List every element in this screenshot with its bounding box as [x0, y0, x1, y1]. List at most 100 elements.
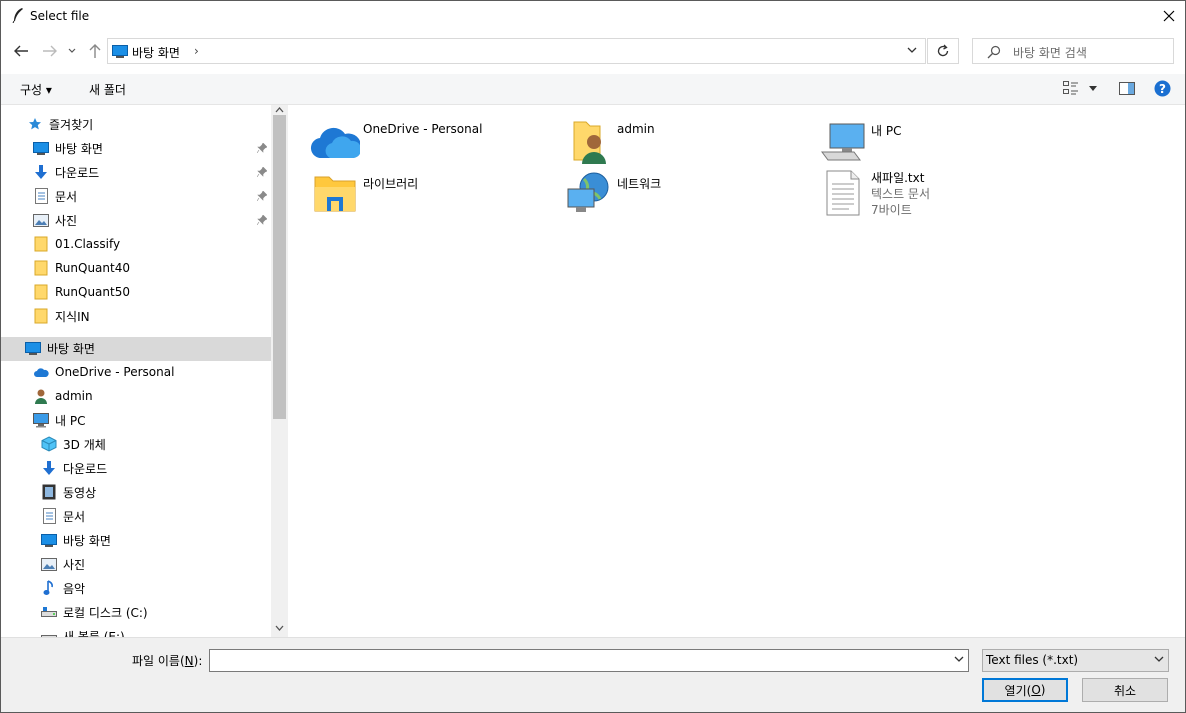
- tile-new-file-txt[interactable]: 새파일.txt 텍스트 문서 7바이트: [817, 167, 1057, 219]
- pin-icon[interactable]: [257, 215, 267, 225]
- filetype-value[interactable]: Text files (*.txt): [986, 653, 1078, 667]
- tile-name: 라이브러리: [363, 177, 419, 191]
- scrollbar-thumb[interactable]: [273, 115, 286, 419]
- tile-name: 내 PC: [871, 124, 902, 138]
- tile-name: 네트워크: [617, 177, 662, 191]
- nav-qa-folder-jisikin[interactable]: 지식IN: [33, 305, 90, 327]
- filename-label-suffix: ):: [193, 654, 203, 668]
- nav-quick-access[interactable]: 즐겨찾기: [27, 113, 93, 135]
- open-label-suffix: ): [1040, 683, 1046, 697]
- nav-pc-desktop[interactable]: 바탕 화면: [41, 529, 111, 551]
- recent-locations-button[interactable]: [65, 41, 79, 61]
- desktop-icon: [33, 140, 49, 156]
- picture-icon: [33, 212, 49, 228]
- tile-network[interactable]: 네트워크: [563, 167, 803, 219]
- up-button[interactable]: [85, 41, 105, 61]
- refresh-button[interactable]: [927, 38, 959, 64]
- pin-icon[interactable]: [257, 167, 267, 177]
- back-button[interactable]: [11, 41, 31, 61]
- address-path[interactable]: 바탕 화면: [132, 44, 180, 61]
- filename-field[interactable]: [209, 649, 969, 672]
- command-bar: 구성 ▾ 새 폴더 ?: [1, 74, 1185, 105]
- cancel-button[interactable]: 취소: [1082, 678, 1168, 702]
- user-folder-icon: [563, 117, 615, 169]
- tile-libraries[interactable]: 라이브러리: [309, 167, 549, 219]
- nav-label: 01.Classify: [55, 237, 121, 251]
- search-placeholder[interactable]: 바탕 화면 검색: [1013, 44, 1087, 61]
- nav-qa-desktop[interactable]: 바탕 화면: [33, 137, 103, 159]
- forward-button[interactable]: [40, 41, 60, 61]
- nav-label: 사진: [63, 557, 86, 572]
- nav-pc-3d-objects[interactable]: 3D 개체: [41, 433, 106, 455]
- nav-pc-volume-e[interactable]: 새 볼륨 (E:): [41, 625, 125, 637]
- nav-onedrive[interactable]: OneDrive - Personal: [33, 361, 174, 383]
- nav-label: 새 볼륨 (E:): [63, 629, 125, 638]
- computer-icon: [817, 117, 869, 169]
- nav-qa-documents[interactable]: 문서: [33, 185, 77, 207]
- nav-pc-pictures[interactable]: 사진: [41, 553, 85, 575]
- desktop-icon: [25, 340, 41, 356]
- nav-label: 지식IN: [55, 309, 90, 324]
- nav-label: OneDrive - Personal: [55, 365, 175, 379]
- address-bar[interactable]: 바탕 화면 ›: [107, 38, 926, 64]
- nav-qa-folder-classify[interactable]: 01.Classify: [33, 233, 120, 255]
- help-icon: ?: [1154, 80, 1171, 97]
- view-options-button[interactable]: [1063, 81, 1079, 98]
- nav-pc-downloads[interactable]: 다운로드: [41, 457, 107, 479]
- breadcrumb-separator[interactable]: ›: [194, 44, 199, 58]
- nav-label: RunQuant40: [55, 261, 130, 275]
- svg-text:?: ?: [1159, 82, 1166, 96]
- nav-qa-pictures[interactable]: 사진: [33, 209, 77, 231]
- drive-icon: [41, 604, 57, 620]
- preview-pane-icon: [1119, 82, 1135, 95]
- nav-label: 문서: [55, 189, 78, 204]
- nav-pc-local-disk-c[interactable]: 로컬 디스크 (C:): [41, 601, 148, 623]
- nav-desktop[interactable]: 바탕 화면: [25, 337, 95, 359]
- nav-qa-folder-runquant40[interactable]: RunQuant40: [33, 257, 130, 279]
- folder-icon: [33, 236, 49, 252]
- open-label-key: O: [1031, 683, 1041, 697]
- film-icon: [41, 484, 57, 500]
- chevron-down-icon: [68, 48, 76, 53]
- help-button[interactable]: ?: [1154, 80, 1171, 100]
- chevron-down-icon[interactable]: [1089, 86, 1097, 92]
- file-dialog: Select file 바탕 화면 › 바탕 화면 검색 구성 ▾ 새 폴더 ?…: [0, 0, 1186, 713]
- chevron-down-icon[interactable]: [954, 655, 964, 663]
- nav-pc-documents[interactable]: 문서: [41, 505, 85, 527]
- nav-pc-videos[interactable]: 동영상: [41, 481, 96, 503]
- nav-label: 즐겨찾기: [49, 117, 94, 132]
- folder-icon: [33, 308, 49, 324]
- nav-label: 다운로드: [63, 461, 108, 476]
- pin-icon[interactable]: [257, 191, 267, 201]
- tile-onedrive[interactable]: OneDrive - Personal: [309, 117, 549, 169]
- tile-admin[interactable]: admin: [563, 117, 803, 169]
- preview-pane-button[interactable]: [1119, 82, 1135, 98]
- nav-scrollbar[interactable]: [271, 105, 288, 637]
- tile-this-pc[interactable]: 내 PC: [817, 117, 1057, 169]
- pin-icon[interactable]: [257, 143, 267, 153]
- nav-admin[interactable]: admin: [33, 385, 93, 407]
- organize-button[interactable]: 구성 ▾: [20, 81, 52, 98]
- open-button[interactable]: 열기(O): [982, 678, 1068, 702]
- chevron-down-icon[interactable]: [907, 46, 917, 54]
- search-box[interactable]: 바탕 화면 검색: [972, 38, 1174, 64]
- nav-this-pc[interactable]: 내 PC: [33, 409, 85, 431]
- view-list-icon: [1063, 81, 1078, 95]
- close-button[interactable]: [1153, 1, 1185, 31]
- nav-label: RunQuant50: [55, 285, 130, 299]
- scroll-up-icon[interactable]: [275, 107, 284, 113]
- filename-label: 파일 이름(N):: [132, 652, 202, 669]
- nav-pc-music[interactable]: 음악: [41, 577, 85, 599]
- feather-icon: [12, 8, 23, 23]
- scroll-down-icon[interactable]: [275, 625, 284, 631]
- network-globe-icon: [563, 167, 615, 219]
- filetype-select[interactable]: Text files (*.txt): [982, 649, 1169, 672]
- chevron-down-icon[interactable]: [1154, 655, 1164, 663]
- nav-qa-folder-runquant50[interactable]: RunQuant50: [33, 281, 130, 303]
- drive-icon: [41, 628, 57, 637]
- tile-name: 새파일.txt: [871, 171, 925, 185]
- libraries-folder-icon: [309, 167, 361, 219]
- new-folder-button[interactable]: 새 폴더: [89, 81, 126, 98]
- dialog-footer: 파일 이름(N): Text files (*.txt) 열기(O) 취소: [1, 637, 1185, 712]
- nav-qa-downloads[interactable]: 다운로드: [33, 161, 99, 183]
